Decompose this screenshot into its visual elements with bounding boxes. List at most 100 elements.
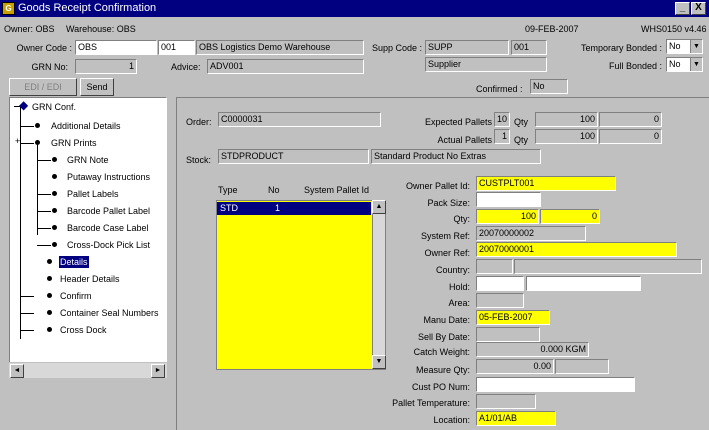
- edi-button[interactable]: EDI / EDI: [9, 78, 77, 96]
- tree-root[interactable]: GRN Conf.: [32, 101, 76, 113]
- send-button[interactable]: Send: [80, 78, 114, 96]
- actual-pallets-label: Actual Pallets: [437, 135, 492, 145]
- tree-horizontal-scrollbar[interactable]: ◄ ►: [9, 362, 167, 378]
- owner-pallet-id-label: Owner Pallet Id:: [405, 181, 470, 191]
- tree-line: [20, 296, 34, 297]
- stock-desc-field: Standard Product No Extras: [371, 149, 541, 164]
- header-date: 09-FEB-2007: [525, 24, 579, 34]
- catch-weight-field: 0.000 KGM: [476, 342, 589, 357]
- bullet-icon: [47, 259, 52, 264]
- scroll-up-icon[interactable]: ▲: [372, 200, 386, 214]
- location-field[interactable]: A1/01/AB: [476, 411, 556, 426]
- qty2-field[interactable]: 0: [540, 209, 600, 224]
- cust-po-field[interactable]: [476, 377, 635, 392]
- site-name-field: OBS Logistics Demo Warehouse: [196, 40, 364, 55]
- tree-line: [20, 126, 34, 127]
- country-name-field: [514, 259, 702, 274]
- scroll-right-icon[interactable]: ►: [151, 364, 165, 378]
- actual-qty-field: 100: [535, 129, 598, 144]
- chevron-down-icon[interactable]: ▼: [690, 40, 702, 53]
- location-label: Location:: [433, 415, 470, 425]
- tree-item-putaway-instructions[interactable]: Putaway Instructions: [67, 171, 150, 183]
- manu-date-label: Manu Date:: [423, 315, 470, 325]
- hold-desc-field: [526, 276, 641, 291]
- expected-extra-field: 0: [599, 112, 662, 127]
- tree-item-confirm[interactable]: Confirm: [60, 290, 92, 302]
- bullet-icon: [52, 225, 57, 230]
- app-icon[interactable]: G: [2, 2, 15, 15]
- owner-ref-field[interactable]: 20070000001: [476, 242, 677, 257]
- site-code-field[interactable]: 001: [158, 40, 195, 55]
- advice-label: Advice:: [171, 62, 201, 72]
- qty-field[interactable]: 100: [476, 209, 539, 224]
- tree-line: [37, 245, 51, 246]
- bullet-icon: [47, 293, 52, 298]
- confirmed-label: Confirmed :: [476, 84, 523, 94]
- pallet-list[interactable]: STD 1: [216, 200, 374, 370]
- tree-item-details[interactable]: Details: [59, 256, 89, 268]
- minimize-button[interactable]: _: [675, 2, 690, 15]
- list-item[interactable]: STD 1: [217, 202, 371, 215]
- sell-by-date-field: [476, 327, 540, 342]
- tree-line: [37, 211, 51, 212]
- cust-po-label: Cust PO Num:: [411, 382, 470, 392]
- tree-line: [20, 313, 34, 314]
- bullet-icon: [47, 310, 52, 315]
- qty-label: Qty:: [453, 214, 470, 224]
- tree-line: [14, 106, 20, 107]
- temp-bonded-label: Temporary Bonded :: [580, 43, 662, 53]
- bullet-icon: [52, 191, 57, 196]
- stock-label: Stock:: [186, 155, 212, 165]
- manu-date-field[interactable]: 05-FEB-2007: [476, 310, 550, 325]
- pallet-list-scrollbar[interactable]: ▲ ▼: [372, 200, 386, 370]
- tree-item-pallet-labels[interactable]: Pallet Labels: [67, 188, 119, 200]
- tree-line: [20, 330, 34, 331]
- column-no: No: [268, 185, 280, 195]
- scroll-down-icon[interactable]: ▼: [372, 355, 386, 369]
- app-version: WHS0150 v4.46: [641, 24, 707, 34]
- bullet-icon: [52, 174, 57, 179]
- expand-icon[interactable]: +: [15, 137, 20, 146]
- actual-pallets-field: 1: [494, 129, 510, 144]
- supp-site-field[interactable]: 001: [511, 40, 547, 55]
- bullet-icon: [47, 327, 52, 332]
- tree-item-additional-details[interactable]: Additional Details: [51, 120, 121, 132]
- title-bar: G Goods Receipt Confirmation _ X: [0, 0, 709, 17]
- temp-bonded-select[interactable]: No ▼: [666, 39, 703, 54]
- column-type: Type: [218, 185, 238, 195]
- hold-code-field[interactable]: [476, 276, 524, 291]
- navigation-tree[interactable]: ◆ GRN Conf. Additional Details + GRN Pri…: [9, 97, 167, 378]
- pack-size-field[interactable]: [476, 192, 541, 207]
- supp-code-label: Supp Code :: [372, 43, 423, 53]
- tree-item-cross-dock-pick-list[interactable]: Cross-Dock Pick List: [67, 239, 150, 251]
- tree-item-grn-prints[interactable]: GRN Prints: [51, 137, 97, 149]
- scroll-left-icon[interactable]: ◄: [10, 364, 24, 378]
- catch-weight-label: Catch Weight:: [413, 347, 470, 357]
- chevron-down-icon[interactable]: ▼: [690, 58, 702, 71]
- supp-code-field[interactable]: SUPP: [425, 40, 509, 55]
- order-label: Order:: [186, 117, 212, 127]
- tree-item-barcode-case-label[interactable]: Barcode Case Label: [67, 222, 149, 234]
- owner-pallet-id-field[interactable]: CUSTPLT001: [476, 176, 616, 191]
- expected-qty-label: Qty: [514, 117, 529, 127]
- bullet-icon: [52, 242, 57, 247]
- stock-code-field: STDPRODUCT: [218, 149, 369, 164]
- expected-pallets-label: Expected Pallets: [424, 117, 492, 127]
- full-bonded-select[interactable]: No ▼: [666, 57, 703, 72]
- owner-code-field[interactable]: OBS: [75, 40, 157, 55]
- tree-item-header-details[interactable]: Header Details: [60, 273, 120, 285]
- area-field: [476, 293, 524, 308]
- tree-item-barcode-pallet-label[interactable]: Barcode Pallet Label: [67, 205, 150, 217]
- tree-item-container-seal-numbers[interactable]: Container Seal Numbers: [60, 307, 159, 319]
- owner-info: Owner: OBS: [4, 24, 55, 34]
- bullet-icon: [47, 276, 52, 281]
- close-button[interactable]: X: [691, 2, 706, 15]
- diamond-icon: ◆: [19, 98, 29, 112]
- country-code-field[interactable]: [476, 259, 513, 274]
- tree-item-cross-dock[interactable]: Cross Dock: [60, 324, 107, 336]
- actual-extra-field: 0: [599, 129, 662, 144]
- grn-no-label: GRN No:: [31, 62, 68, 72]
- supp-name-field: Supplier: [425, 57, 547, 72]
- tree-line: [37, 145, 38, 235]
- tree-item-grn-note[interactable]: GRN Note: [67, 154, 109, 166]
